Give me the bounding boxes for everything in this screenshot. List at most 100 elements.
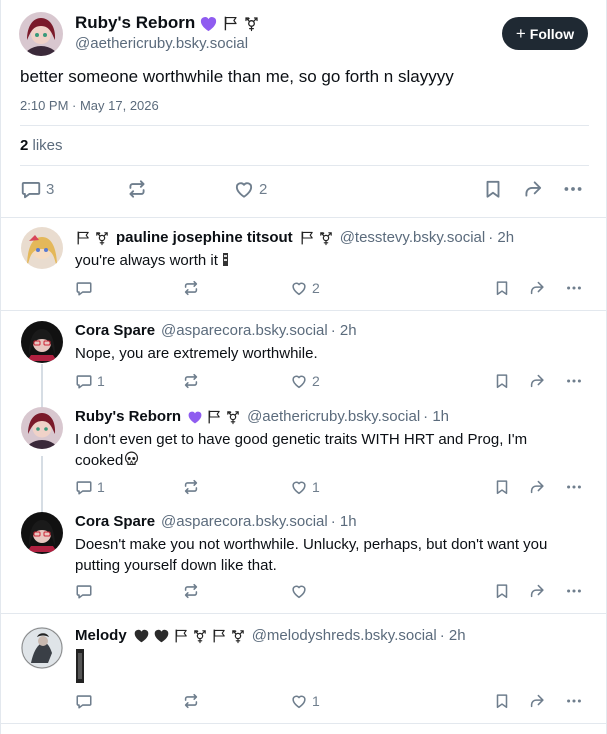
reply-button[interactable]: 1 [75, 372, 105, 390]
repost-button[interactable] [182, 692, 200, 710]
reply-post[interactable]: Melody @melodyshreds.bsky.social · 2h 1 [1, 614, 607, 724]
avatar[interactable] [21, 627, 63, 669]
repost-icon [182, 372, 200, 390]
repost-button[interactable] [182, 478, 200, 496]
like-button[interactable]: 1 [290, 478, 320, 496]
author-name[interactable]: Cora Spare [75, 513, 155, 530]
flag-icon [75, 230, 91, 246]
like-button[interactable]: 2 [233, 178, 267, 200]
repost-button[interactable] [182, 372, 200, 390]
author-name[interactable]: Cora Spare [75, 322, 155, 339]
flag-icon [173, 628, 189, 644]
avatar[interactable] [21, 407, 63, 449]
like-icon [290, 372, 308, 390]
reply-time[interactable]: · 2h [331, 322, 357, 339]
flag-icon [299, 230, 315, 246]
avatar[interactable] [19, 12, 63, 56]
author-name[interactable]: Ruby's Reborn [75, 408, 181, 425]
repost-icon [182, 279, 200, 297]
author-name[interactable]: Melody [75, 627, 127, 644]
reply-time[interactable]: · 1h [423, 408, 449, 425]
bookmark-icon [493, 478, 511, 496]
bookmark-button[interactable] [493, 692, 511, 710]
reply-time[interactable]: · 2h [440, 627, 466, 644]
likes-summary[interactable]: 2 likes [20, 137, 63, 154]
reply-header: Ruby's Reborn @aethericruby.bsky.social … [75, 408, 449, 425]
bookmark-button[interactable] [493, 279, 511, 297]
transgender-icon [225, 409, 241, 425]
more-button[interactable] [565, 692, 583, 710]
author-handle[interactable]: @melodyshreds.bsky.social [252, 627, 437, 644]
bookmark-icon [493, 279, 511, 297]
more-icon [565, 582, 583, 600]
more-icon [565, 692, 583, 710]
like-button[interactable]: 1 [290, 692, 320, 710]
reply-button[interactable] [75, 279, 97, 297]
divider [20, 125, 589, 126]
more-button[interactable] [565, 582, 583, 600]
reply-header: Cora Spare @asparecora.bsky.social · 2h [75, 322, 357, 339]
reply-text [75, 648, 590, 690]
reply-button[interactable] [75, 692, 97, 710]
author-handle[interactable]: @aethericruby.bsky.social [247, 408, 420, 425]
author-handle[interactable]: @tesstevy.bsky.social [340, 229, 486, 246]
like-icon [290, 692, 308, 710]
reply-text: I don't even get to have good genetic tr… [75, 429, 590, 473]
like-button[interactable]: 2 [290, 279, 320, 297]
more-button[interactable] [565, 279, 583, 297]
reply-icon [75, 372, 93, 390]
like-button[interactable] [290, 582, 312, 600]
avatar[interactable] [21, 227, 63, 269]
bookmark-button[interactable] [482, 178, 504, 200]
reply-actions: 2 [75, 279, 587, 299]
reply-post[interactable]: Cora Spare @asparecora.bsky.social · 2h … [1, 311, 607, 405]
reply-button[interactable] [75, 582, 97, 600]
reply-text: Doesn't make you not worthwhile. Unlucky… [75, 536, 548, 574]
author-handle[interactable]: @asparecora.bsky.social [161, 513, 328, 530]
follow-button[interactable]: + Follow [502, 17, 588, 50]
like-button[interactable]: 2 [290, 372, 320, 390]
share-button[interactable] [528, 279, 546, 297]
more-icon [565, 279, 583, 297]
reply-button[interactable]: 1 [75, 478, 105, 496]
share-icon [528, 692, 546, 710]
repost-button[interactable] [182, 582, 200, 600]
avatar[interactable] [21, 321, 63, 363]
transgender-icon [318, 230, 334, 246]
share-icon [528, 478, 546, 496]
bookmark-button[interactable] [493, 582, 511, 600]
reply-header: pauline josephine titsout @tesstevy.bsky… [75, 229, 514, 246]
reply-icon [75, 478, 93, 496]
more-button[interactable] [565, 478, 583, 496]
share-button[interactable] [528, 692, 546, 710]
reply-post[interactable]: Ruby's Reborn @aethericruby.bsky.social … [1, 405, 607, 510]
reply-post[interactable]: pauline josephine titsout @tesstevy.bsky… [1, 218, 607, 311]
like-icon [290, 279, 308, 297]
post-timestamp[interactable]: 2:10 PM · May 17, 2026 [20, 98, 159, 113]
reply-time[interactable]: · 2h [488, 229, 514, 246]
author-name[interactable]: Ruby's Reborn [75, 13, 260, 33]
reply-time[interactable]: · 1h [331, 513, 357, 530]
author-name[interactable]: pauline josephine titsout [116, 229, 293, 246]
author-handle[interactable]: @aethericruby.bsky.social [75, 35, 248, 52]
more-button[interactable] [565, 372, 583, 390]
bookmark-button[interactable] [493, 478, 511, 496]
reply-text: Nope, you are extremely worthwhile. [75, 345, 318, 362]
reply-icon [20, 178, 42, 200]
repost-button[interactable] [182, 279, 200, 297]
bookmark-button[interactable] [493, 372, 511, 390]
more-button[interactable] [562, 178, 584, 200]
avatar[interactable] [21, 512, 63, 554]
reply-actions: 1 1 [75, 478, 587, 498]
repost-button[interactable] [126, 178, 148, 200]
transgender-icon [243, 15, 260, 32]
share-button[interactable] [522, 178, 544, 200]
share-button[interactable] [528, 582, 546, 600]
author-handle[interactable]: @asparecora.bsky.social [161, 322, 328, 339]
reply-post[interactable]: Cora Spare @asparecora.bsky.social · 1h … [1, 510, 607, 614]
share-button[interactable] [528, 478, 546, 496]
bookmark-icon [493, 582, 511, 600]
flag-icon [211, 628, 227, 644]
reply-button[interactable]: 3 [20, 178, 54, 200]
share-button[interactable] [528, 372, 546, 390]
